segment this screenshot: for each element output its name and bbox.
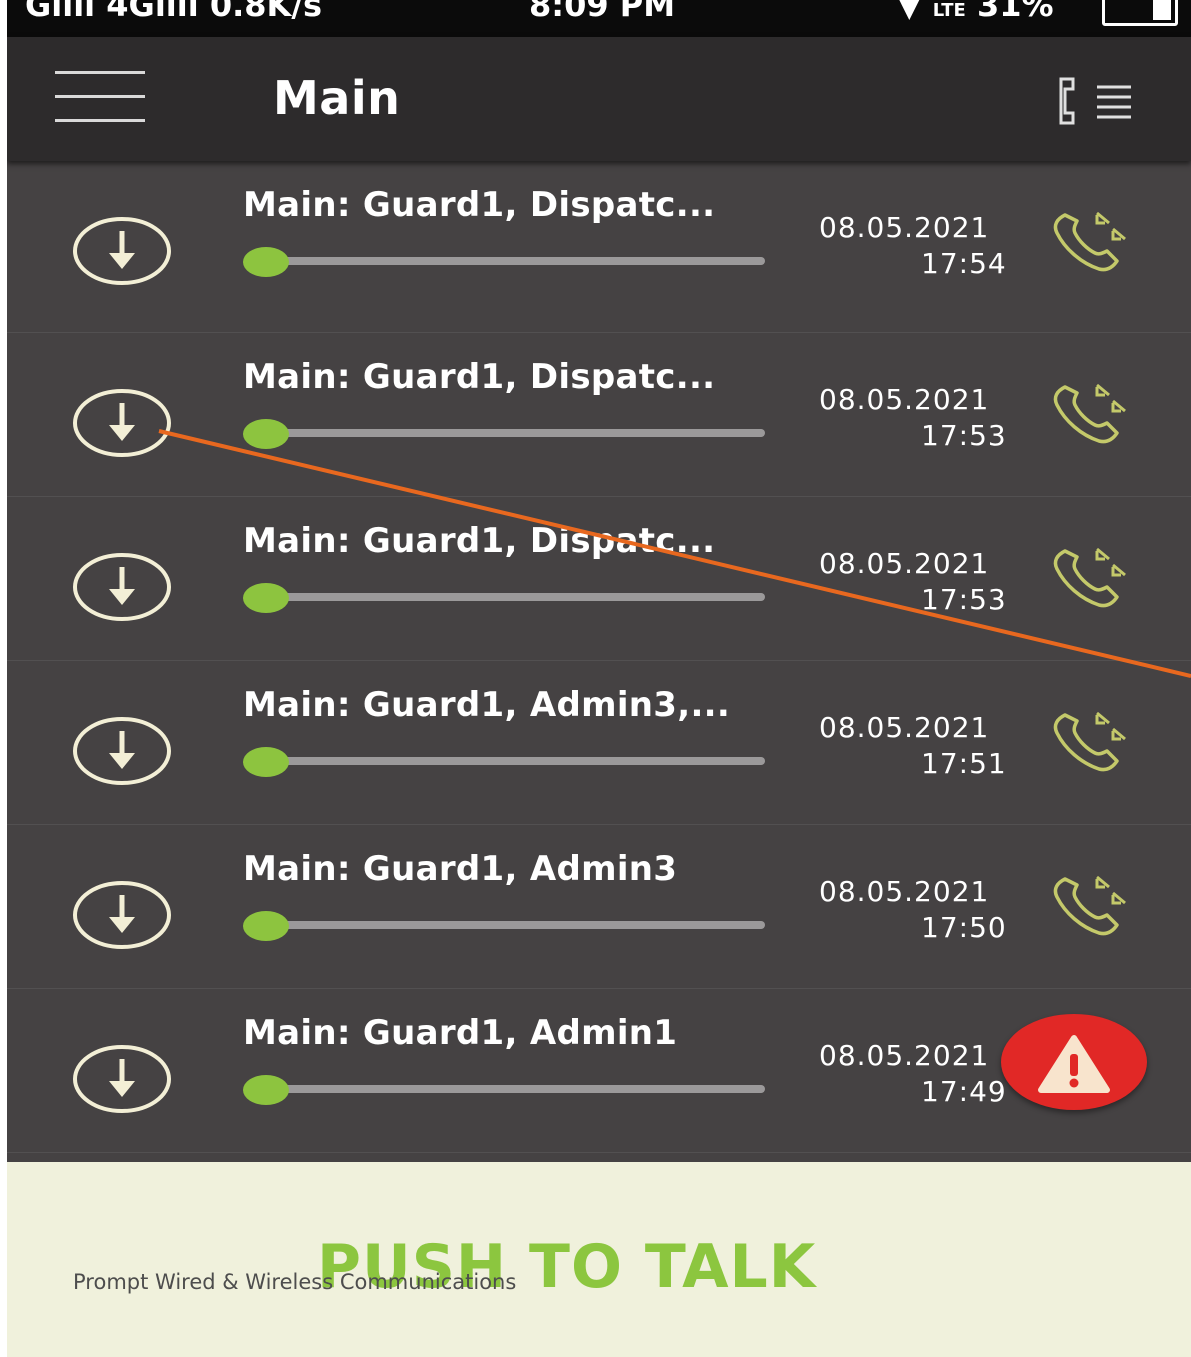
push-to-talk-button[interactable]: PUSH TO TALK Prompt Wired & Wireless Com… (7, 1162, 1191, 1357)
progress-knob[interactable] (243, 1075, 289, 1105)
call-time: 17:53 (921, 419, 1007, 452)
call-date: 08.05.2021 (819, 711, 990, 744)
panic-button[interactable] (1001, 1014, 1147, 1110)
status-bar: Gıııı 4Gıııı 0.8K/s 8:09 PM ▼ LTE 31% (7, 0, 1191, 37)
status-clock: 8:09 PM (529, 0, 676, 24)
app-bar: Main (7, 37, 1191, 161)
progress-knob[interactable] (243, 583, 289, 613)
lte-label: LTE (932, 0, 966, 21)
playback-progress-bar[interactable] (257, 757, 765, 765)
phone-screen: Gıııı 4Gıııı 0.8K/s 8:09 PM ▼ LTE 31% Ma… (7, 0, 1191, 1357)
battery-percent: 31% (976, 0, 1054, 24)
incoming-call-icon (1047, 709, 1139, 775)
call-time: 17:49 (921, 1075, 1007, 1108)
playback-progress-bar[interactable] (257, 593, 765, 601)
download-circle-icon[interactable] (71, 215, 173, 287)
watermark-text: Prompt Wired & Wireless Communications (73, 1270, 517, 1294)
incoming-call-icon (1047, 545, 1139, 611)
battery-icon (1102, 0, 1178, 26)
progress-knob[interactable] (243, 911, 289, 941)
progress-knob[interactable] (243, 747, 289, 777)
call-time: 17:51 (921, 747, 1007, 780)
status-network-type: ▼ LTE 31% (897, 0, 1054, 24)
call-date: 08.05.2021 (819, 1039, 990, 1072)
download-circle-icon[interactable] (71, 715, 173, 787)
call-row[interactable]: Main: Guard1, Dispatc... 08.05.2021 17:53 (7, 497, 1191, 661)
call-time: 17:50 (921, 911, 1007, 944)
call-row[interactable]: Main: Guard1, Admin3,... 08.05.2021 17:51 (7, 661, 1191, 825)
call-row[interactable]: Main: Guard1, Dispatc... 08.05.2021 17:54 (7, 161, 1191, 333)
playback-progress-bar[interactable] (257, 1085, 765, 1093)
call-row[interactable]: Main: Guard1, Dispatc... 08.05.2021 17:53 (7, 333, 1191, 497)
download-circle-icon[interactable] (71, 387, 173, 459)
incoming-call-icon (1047, 873, 1139, 939)
call-date: 08.05.2021 (819, 383, 990, 416)
call-date: 08.05.2021 (819, 211, 990, 244)
progress-knob[interactable] (243, 419, 289, 449)
call-title: Main: Guard1, Admin3,... (243, 685, 731, 725)
call-list-icon[interactable] (1047, 75, 1137, 127)
playback-progress-bar[interactable] (257, 921, 765, 929)
call-date: 08.05.2021 (819, 547, 990, 580)
incoming-call-icon (1047, 209, 1139, 275)
download-circle-icon[interactable] (71, 551, 173, 623)
page-title: Main (273, 71, 401, 125)
call-list: Main: Guard1, Dispatc... 08.05.2021 17:54 M… (7, 161, 1191, 1153)
warning-icon (1038, 1035, 1110, 1093)
wifi-icon: ▼ (897, 0, 922, 24)
download-circle-icon[interactable] (71, 879, 173, 951)
download-circle-icon[interactable] (71, 1043, 173, 1115)
progress-knob[interactable] (243, 247, 289, 277)
call-time: 17:53 (921, 583, 1007, 616)
playback-progress-bar[interactable] (257, 429, 765, 437)
call-title: Main: Guard1, Admin3 (243, 849, 678, 889)
hamburger-menu-icon[interactable] (55, 69, 145, 125)
call-row[interactable]: Main: Guard1, Admin3 08.05.2021 17:50 (7, 825, 1191, 989)
status-network-text: Gıııı 4Gıııı 0.8K/s (25, 0, 323, 24)
call-title: Main: Guard1, Dispatc... (243, 357, 716, 397)
incoming-call-icon (1047, 381, 1139, 447)
call-time: 17:54 (921, 247, 1007, 280)
call-title: Main: Guard1, Admin1 (243, 1013, 678, 1053)
playback-progress-bar[interactable] (257, 257, 765, 265)
call-date: 08.05.2021 (819, 875, 990, 908)
call-title: Main: Guard1, Dispatc... (243, 185, 716, 225)
call-title: Main: Guard1, Dispatc... (243, 521, 716, 561)
